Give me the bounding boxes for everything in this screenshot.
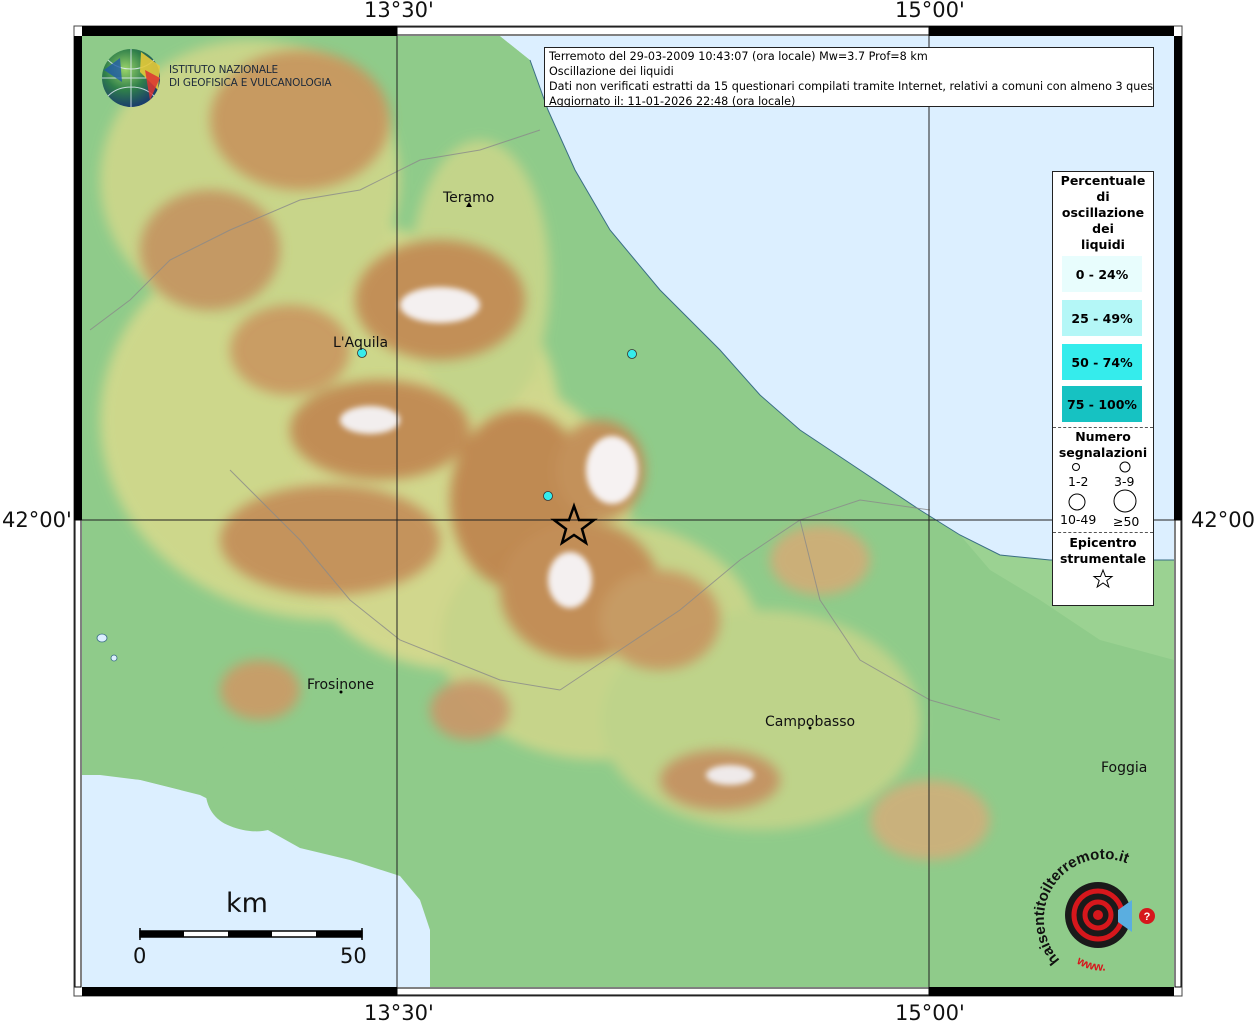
- watermark-text-layer: haisentitoilterremoto.it www.: [1031, 846, 1132, 974]
- watermark-text: haisentitoilterremoto.it: [1031, 846, 1132, 969]
- watermark-url: www.: [1074, 953, 1106, 974]
